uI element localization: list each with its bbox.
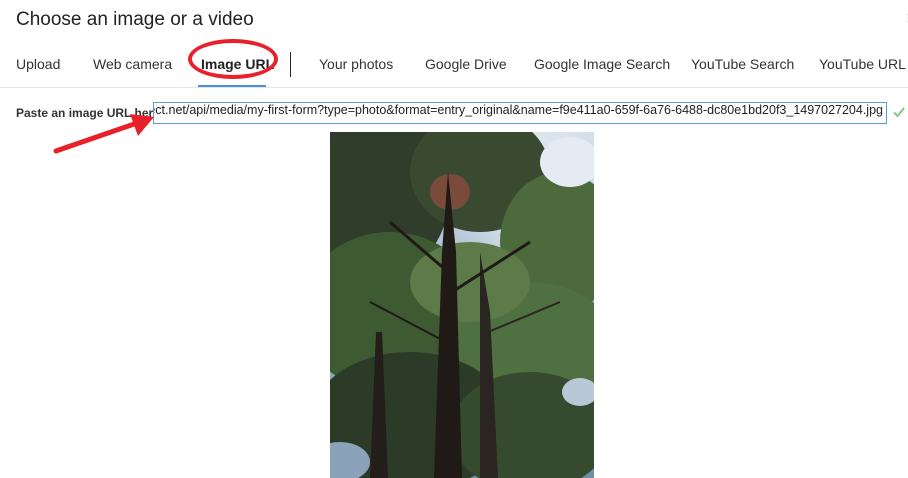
annotation-ellipse	[188, 39, 278, 79]
tab-google-drive[interactable]: Google Drive	[425, 56, 507, 72]
tab-separator	[290, 52, 291, 77]
dialog-title: Choose an image or a video	[16, 9, 254, 30]
checkmark-icon[interactable]	[892, 105, 906, 119]
tab-youtube-url[interactable]: YouTube URL	[819, 56, 906, 72]
url-input[interactable]: https://www.ficollect.net/api/media/my-f…	[153, 102, 887, 124]
tab-upload[interactable]: Upload	[16, 56, 60, 72]
url-input-value: https://www.ficollect.net/api/media/my-f…	[153, 103, 883, 117]
active-tab-indicator	[198, 85, 266, 87]
tab-youtube-search[interactable]: YouTube Search	[691, 56, 794, 72]
tab-web-camera[interactable]: Web camera	[93, 56, 172, 72]
photo-preview-icon	[330, 132, 594, 478]
tab-bar: Upload Web camera Image URL Your photos …	[0, 40, 908, 88]
close-icon[interactable]: ⋮	[903, 14, 908, 24]
annotation-arrow-icon	[53, 114, 154, 154]
tab-google-image-search[interactable]: Google Image Search	[534, 56, 670, 72]
tab-your-photos[interactable]: Your photos	[319, 56, 393, 72]
image-preview	[330, 132, 594, 478]
